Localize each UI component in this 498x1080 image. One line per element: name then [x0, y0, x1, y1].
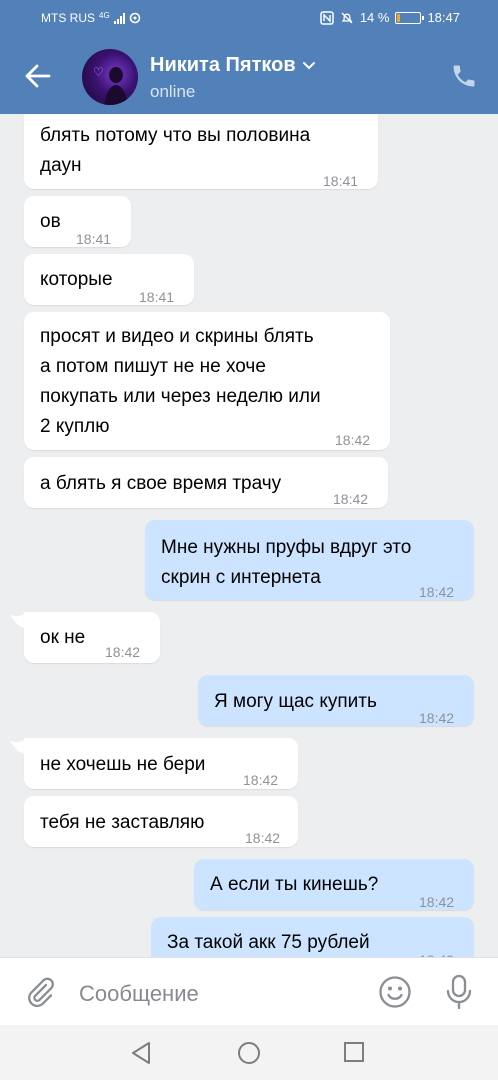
paperclip-icon: [28, 977, 54, 1007]
message-text: ок не: [40, 627, 86, 648]
attach-button[interactable]: [24, 976, 56, 1008]
sync-icon: [129, 12, 140, 24]
message-incoming[interactable]: просят и видео и скрины блять а потом пи…: [24, 312, 390, 450]
nav-back-icon[interactable]: [130, 1041, 152, 1065]
message-time: 18:42: [419, 710, 455, 726]
voice-record-button[interactable]: [443, 974, 475, 1010]
mute-bell-icon: [341, 12, 353, 23]
message-text: За такой акк 75 рублей: [167, 932, 370, 953]
message-time: 18:42: [105, 644, 141, 660]
call-button[interactable]: [450, 62, 478, 90]
contact-name-text: Никита Пятков: [150, 54, 296, 76]
message-incoming[interactable]: ок не 18:42: [24, 612, 160, 663]
message-text: а блять я свое время трачу: [40, 473, 282, 494]
message-text: блять потому что вы половина даун: [40, 125, 311, 176]
status-right: 14 % 18:47: [320, 10, 460, 25]
avatar[interactable]: ♡: [82, 49, 138, 105]
battery-icon: [395, 11, 425, 24]
message-outgoing[interactable]: Я могу щас купить 18:42: [198, 675, 474, 726]
nfc-icon: [320, 10, 334, 25]
nav-home-icon[interactable]: [237, 1041, 261, 1065]
message-time: 18:42: [245, 830, 281, 846]
battery-percent: 14 %: [359, 10, 390, 25]
message-text: просят и видео и скрины блять а потом пи…: [40, 326, 321, 437]
message-time: 18:42: [419, 584, 455, 600]
message-composer: Сообщение: [0, 957, 498, 1025]
message-time: 18:42: [333, 491, 369, 507]
status-bar: MTS RUS 4G 14 % 18:47: [0, 0, 498, 36]
message-incoming[interactable]: которые 18:41: [24, 254, 194, 305]
message-outgoing[interactable]: За такой акк 75 рублей 18:43: [151, 917, 474, 957]
message-incoming[interactable]: не хочешь не бери 18:42: [24, 738, 298, 789]
chevron-down-icon: [302, 61, 315, 69]
status-left: MTS RUS 4G: [41, 11, 141, 25]
message-time: 18:41: [323, 173, 359, 189]
message-text: Мне нужны пруфы вдруг это скрин с интерн…: [161, 537, 412, 588]
signal-icon: [113, 12, 125, 24]
message-time: 18:43: [419, 945, 454, 957]
back-button[interactable]: [20, 58, 56, 94]
chat-header: ♡ Никита Пятков online: [0, 36, 498, 114]
message-time: 18:42: [335, 432, 371, 448]
message-outgoing[interactable]: А если ты кинешь? 18:42: [194, 859, 474, 910]
message-time: 18:41: [139, 289, 175, 305]
contact-status: online: [150, 82, 196, 101]
avatar-figure: [104, 67, 128, 105]
message-input[interactable]: Сообщение: [79, 981, 199, 1007]
message-incoming[interactable]: ов 18:41: [24, 196, 131, 247]
message-time: 18:41: [76, 231, 112, 247]
emoji-button[interactable]: [378, 975, 412, 1009]
contact-name[interactable]: Никита Пятков: [150, 54, 316, 77]
message-outgoing[interactable]: Мне нужны пруфы вдруг это скрин с интерн…: [145, 520, 474, 600]
clock: 18:47: [427, 10, 460, 25]
microphone-icon: [446, 974, 472, 1010]
system-nav-bar: [0, 1025, 498, 1080]
smile-icon: [379, 976, 411, 1008]
nav-recents-icon[interactable]: [343, 1041, 365, 1063]
network-type: 4G: [99, 10, 110, 20]
message-text: не хочешь не бери: [40, 754, 206, 775]
message-time: 18:42: [243, 772, 279, 788]
message-text: Я могу щас купить: [214, 691, 377, 712]
carrier-label: MTS RUS: [41, 11, 95, 25]
message-time: 18:42: [419, 894, 455, 910]
message-text: ов: [40, 211, 61, 232]
message-incoming[interactable]: блять потому что вы половина даун 18:41: [24, 114, 378, 189]
message-text: которые: [40, 269, 113, 290]
message-incoming[interactable]: а блять я свое время трачу 18:42: [24, 457, 388, 508]
back-arrow-icon: [25, 64, 51, 88]
message-incoming[interactable]: тебя не заставляю 18:42: [24, 796, 298, 847]
message-text: тебя не заставляю: [40, 812, 205, 833]
message-text: А если ты кинешь?: [210, 874, 379, 895]
phone-icon: [453, 65, 475, 87]
message-list[interactable]: блять потому что вы половина даун 18:41 …: [0, 114, 498, 957]
